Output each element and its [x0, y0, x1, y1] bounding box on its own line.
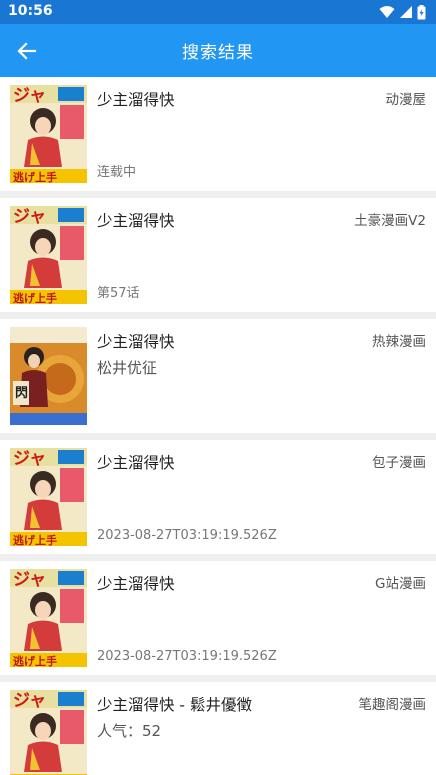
status-time: 10:56 [8, 3, 53, 19]
svg-text:逃げ上手: 逃げ上手 [13, 291, 57, 304]
comic-title: 少主溜得快 [97, 212, 175, 230]
result-card[interactable]: ジャ 逃げ上手 少主溜得快 - 鬆井優徵 笔趣阁漫画 人气：52 [0, 682, 436, 775]
comic-title: 少主溜得快 [97, 454, 175, 472]
svg-text:ジャ: ジャ [13, 207, 46, 227]
result-card[interactable]: 閃 少主溜得快 热辣漫画 松井优征 [0, 319, 436, 433]
svg-text:ジャ: ジャ [13, 449, 46, 469]
source-name: 热辣漫画 [372, 334, 426, 350]
comic-cover: ジャ 逃げ上手 [10, 690, 87, 775]
comic-popularity: 人气：52 [97, 722, 162, 740]
battery-icon [417, 4, 426, 19]
comic-status: 连载中 [97, 165, 137, 180]
search-result-list[interactable]: ジャ 逃げ上手 少主溜得快 动漫屋 连载中 ジャ 逃げ上手 少主溜得快 土豪漫画… [0, 77, 436, 775]
comic-cover: ジャ 逃げ上手 [10, 85, 87, 183]
result-card[interactable]: ジャ 逃げ上手 少主溜得快 土豪漫画V2 第57话 [0, 198, 436, 312]
wifi-icon [379, 6, 395, 18]
comic-title: 少主溜得快 [97, 575, 175, 593]
result-card[interactable]: ジャ 逃げ上手 少主溜得快 包子漫画 2023-08-27T03:19:19.5… [0, 440, 436, 554]
comic-cover: 閃 [10, 327, 87, 425]
source-name: 包子漫画 [372, 455, 426, 471]
result-card[interactable]: ジャ 逃げ上手 少主溜得快 G站漫画 2023-08-27T03:19:19.5… [0, 561, 436, 675]
source-name: 笔趣阁漫画 [358, 697, 427, 713]
signal-icon [400, 6, 412, 18]
comic-author: 松井优征 [97, 359, 158, 377]
svg-text:逃げ上手: 逃げ上手 [13, 533, 57, 546]
comic-title: 少主溜得快 [97, 91, 175, 109]
comic-cover: ジャ 逃げ上手 [10, 206, 87, 304]
status-icons [379, 4, 426, 20]
result-card[interactable]: ジャ 逃げ上手 少主溜得快 动漫屋 连载中 [0, 77, 436, 191]
svg-text:ジャ: ジャ [13, 691, 46, 711]
svg-text:逃げ上手: 逃げ上手 [13, 654, 57, 667]
comic-status: 2023-08-27T03:19:19.526Z [97, 528, 277, 543]
svg-text:ジャ: ジャ [13, 570, 46, 590]
source-name: 土豪漫画V2 [354, 213, 426, 229]
comic-title: 少主溜得快 - 鬆井優徵 [97, 696, 252, 714]
source-name: G站漫画 [375, 576, 426, 592]
source-name: 动漫屋 [385, 92, 427, 108]
svg-text:ジャ: ジャ [13, 86, 46, 106]
app-bar: 搜索结果 [0, 24, 436, 77]
svg-text:逃げ上手: 逃げ上手 [13, 170, 57, 183]
comic-title: 少主溜得快 [97, 333, 175, 351]
comic-status: 第57话 [97, 286, 140, 301]
comic-status: 2023-08-27T03:19:19.526Z [97, 649, 277, 664]
comic-cover: ジャ 逃げ上手 [10, 448, 87, 546]
status-bar: 10:56 [0, 0, 436, 24]
svg-text:閃: 閃 [15, 386, 28, 401]
comic-cover: ジャ 逃げ上手 [10, 569, 87, 667]
page-title: 搜索结果 [182, 43, 254, 63]
